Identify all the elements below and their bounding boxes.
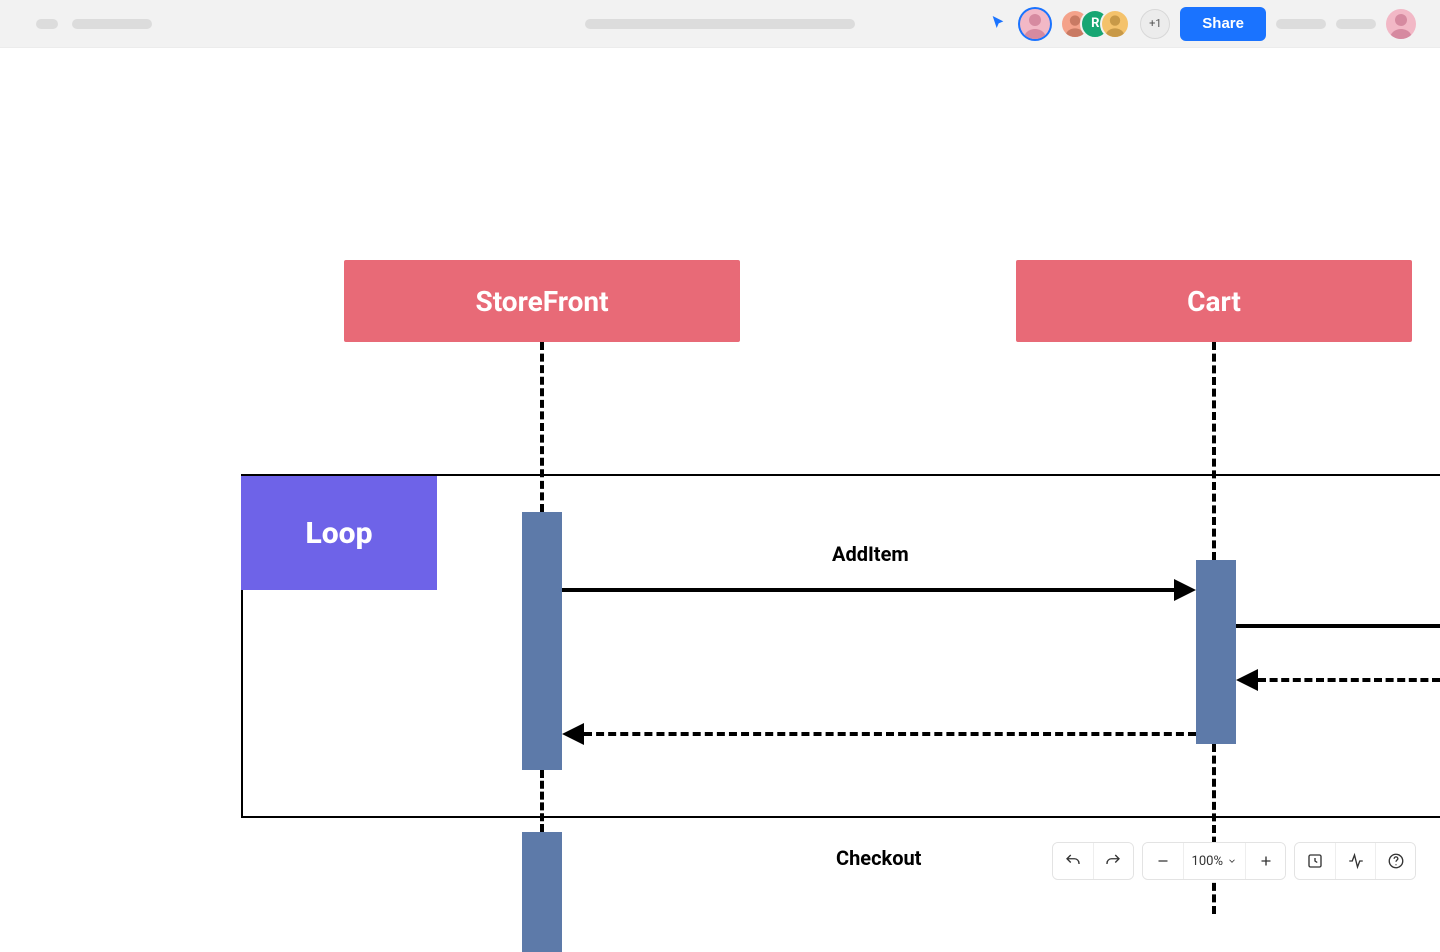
follow-cursor-icon — [990, 14, 1006, 34]
lifeline-cart[interactable]: Cart — [1016, 260, 1412, 342]
lifeline-stem — [1212, 744, 1216, 914]
header-placeholder[interactable] — [1336, 19, 1376, 29]
arrowhead-icon — [1236, 669, 1258, 691]
me-avatar[interactable] — [1386, 9, 1416, 39]
collaborator-avatars[interactable]: R — [1060, 9, 1130, 39]
message-line-external-call[interactable] — [1236, 624, 1440, 628]
diagram-canvas[interactable]: StoreFront Cart Loop AddItem Checkout — [0, 48, 1440, 900]
arrowhead-icon — [562, 723, 584, 745]
chevron-down-icon — [1227, 856, 1237, 866]
activation-cart[interactable] — [1196, 560, 1236, 744]
message-line-additem[interactable] — [562, 588, 1178, 592]
zoom-value: 100% — [1192, 854, 1223, 869]
undo-button[interactable] — [1053, 843, 1093, 879]
redo-button[interactable] — [1093, 843, 1133, 879]
doc-title-placeholder[interactable] — [585, 19, 855, 29]
header-placeholder[interactable] — [1276, 19, 1326, 29]
loop-fragment-label[interactable]: Loop — [241, 476, 437, 590]
zoom-level[interactable]: 100% — [1183, 843, 1245, 879]
more-collaborators[interactable]: +1 — [1140, 9, 1170, 39]
message-line-external-return[interactable] — [1258, 678, 1440, 682]
lifeline-storefront[interactable]: StoreFront — [344, 260, 740, 342]
presenter-avatar[interactable] — [1020, 9, 1050, 39]
zoom-out-button[interactable] — [1143, 843, 1183, 879]
message-label-checkout[interactable]: Checkout — [836, 846, 921, 870]
app-header: R +1 Share — [0, 0, 1440, 48]
loop-frame-bottom[interactable] — [241, 816, 1440, 818]
collab-avatar[interactable] — [1100, 9, 1130, 39]
brand-placeholder — [72, 19, 152, 29]
history-button[interactable] — [1295, 843, 1335, 879]
share-button[interactable]: Share — [1180, 7, 1266, 41]
lifeline-stem — [540, 342, 544, 512]
message-label-additem[interactable]: AddItem — [832, 542, 909, 566]
help-button[interactable] — [1375, 843, 1415, 879]
lifeline-stem — [1212, 342, 1216, 560]
arrowhead-icon — [1174, 579, 1196, 601]
view-controls: 100% — [1052, 842, 1416, 880]
message-line-return[interactable] — [584, 732, 1196, 736]
menu-placeholder[interactable] — [36, 19, 58, 29]
activity-button[interactable] — [1335, 843, 1375, 879]
activation-storefront[interactable] — [522, 512, 562, 770]
lifeline-stem — [540, 770, 544, 832]
activation-storefront-2[interactable] — [522, 832, 562, 952]
zoom-in-button[interactable] — [1245, 843, 1285, 879]
